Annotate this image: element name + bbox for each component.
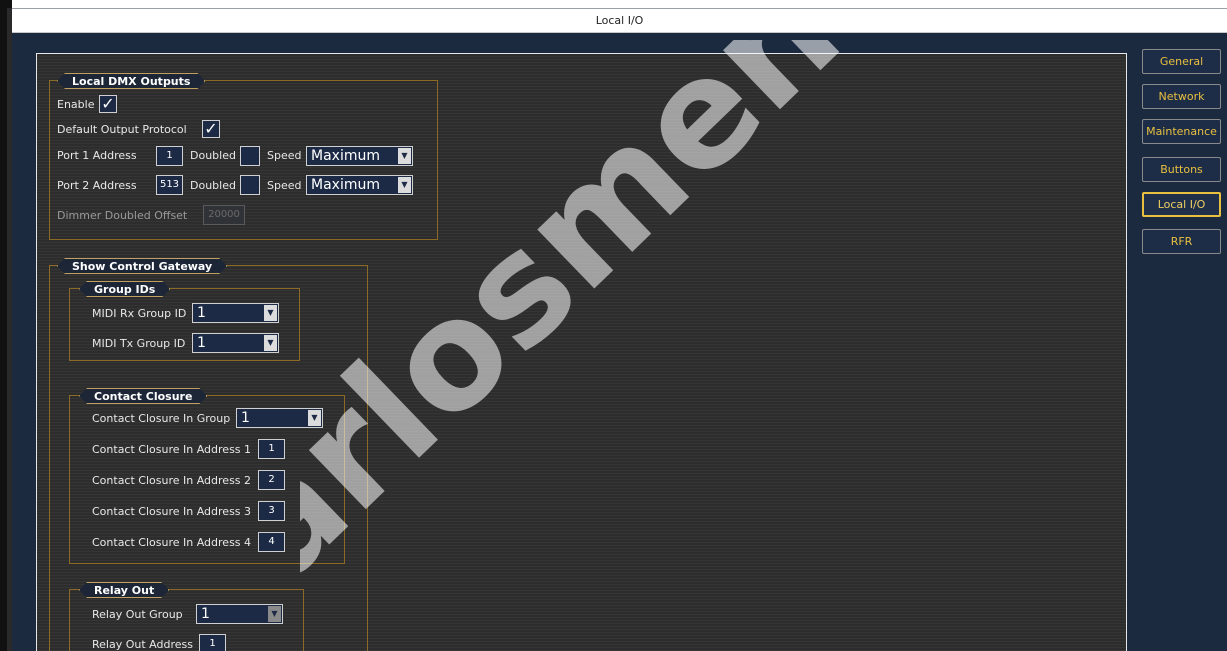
contact-closure-address-4-input[interactable]: 4 bbox=[258, 532, 285, 552]
sidebar-item-local-io[interactable]: Local I/O bbox=[1142, 192, 1221, 217]
enable-label: Enable bbox=[57, 98, 95, 111]
contact-closure-address-2-input[interactable]: 2 bbox=[258, 470, 285, 490]
port1-address-input[interactable]: 1 bbox=[156, 146, 183, 166]
midi-tx-group-id-label: MIDI Tx Group ID bbox=[92, 337, 186, 350]
port2-address-label: Port 2 Address bbox=[57, 179, 137, 192]
sidebar-item-general[interactable]: General bbox=[1142, 49, 1221, 74]
contact-closure-address-1-input[interactable]: 1 bbox=[258, 439, 285, 459]
sidebar-item-maintenance[interactable]: Maintenance bbox=[1142, 119, 1221, 144]
default-output-protocol-label: Default Output Protocol bbox=[57, 123, 187, 136]
relay-out-address-label: Relay Out Address bbox=[92, 638, 193, 651]
contact-closure-address-4-label: Contact Closure In Address 4 bbox=[92, 536, 252, 549]
midi-tx-group-id-select[interactable]: 1 ▼ bbox=[192, 333, 279, 353]
port2-doubled-checkbox[interactable] bbox=[240, 175, 260, 195]
dimmer-doubled-offset-label: Dimmer Doubled Offset bbox=[57, 209, 188, 222]
chevron-down-icon: ▼ bbox=[268, 606, 281, 622]
contact-closure-address-1-label: Contact Closure In Address 1 bbox=[92, 443, 252, 456]
port1-speed-select[interactable]: Maximum ▼ bbox=[306, 146, 413, 166]
port2-address-input[interactable]: 513 bbox=[156, 175, 183, 195]
port2-speed-select[interactable]: Maximum ▼ bbox=[306, 175, 413, 195]
local-dmx-outputs-legend: Local DMX Outputs bbox=[57, 73, 205, 89]
port1-speed-label: Speed bbox=[267, 149, 302, 162]
relay-out-group-value: 1 bbox=[201, 606, 210, 622]
port1-speed-value: Maximum bbox=[311, 148, 380, 164]
window-title: Local I/O bbox=[12, 9, 1227, 33]
port1-doubled-label: Doubled bbox=[190, 149, 236, 162]
sidebar-item-rfr[interactable]: RFR bbox=[1142, 229, 1221, 254]
port2-speed-value: Maximum bbox=[311, 177, 380, 193]
chevron-down-icon: ▼ bbox=[398, 148, 411, 164]
chevron-down-icon: ▼ bbox=[264, 305, 277, 321]
relay-out-address-input[interactable]: 1 bbox=[199, 634, 226, 651]
port1-address-label: Port 1 Address bbox=[57, 149, 137, 162]
enable-checkbox[interactable]: ✓ bbox=[99, 95, 117, 113]
midi-rx-group-id-value: 1 bbox=[197, 305, 206, 321]
relay-out-group-label: Relay Out Group bbox=[92, 608, 183, 621]
relay-out-legend: Relay Out bbox=[79, 582, 169, 598]
settings-sidebar: General Network Maintenance Buttons Loca… bbox=[1129, 47, 1227, 651]
sidebar-item-buttons[interactable]: Buttons bbox=[1142, 157, 1221, 182]
local-io-window: Local I/O Local DMX Outputs Enable ✓ Def… bbox=[12, 8, 1227, 651]
dimmer-doubled-offset-input: 20000 bbox=[203, 205, 245, 225]
chevron-down-icon: ▼ bbox=[398, 177, 411, 193]
port2-speed-label: Speed bbox=[267, 179, 302, 192]
port2-doubled-label: Doubled bbox=[190, 179, 236, 192]
group-ids-legend: Group IDs bbox=[79, 281, 170, 297]
sidebar-item-network[interactable]: Network bbox=[1142, 84, 1221, 109]
relay-out-group-select[interactable]: 1 ▼ bbox=[196, 604, 283, 624]
show-control-gateway-legend: Show Control Gateway bbox=[57, 258, 227, 274]
contact-closure-address-3-label: Contact Closure In Address 3 bbox=[92, 505, 252, 518]
contact-closure-group-select[interactable]: 1 ▼ bbox=[236, 408, 323, 428]
midi-rx-group-id-label: MIDI Rx Group ID bbox=[92, 307, 187, 320]
midi-tx-group-id-value: 1 bbox=[197, 335, 206, 351]
default-output-protocol-checkbox[interactable]: ✓ bbox=[202, 120, 220, 138]
contact-closure-group-label: Contact Closure In Group bbox=[92, 412, 231, 425]
midi-rx-group-id-select[interactable]: 1 ▼ bbox=[192, 303, 279, 323]
contact-closure-group-value: 1 bbox=[241, 410, 250, 426]
settings-panel: Local DMX Outputs Enable ✓ Default Outpu… bbox=[36, 53, 1127, 651]
chevron-down-icon: ▼ bbox=[264, 335, 277, 351]
contact-closure-address-3-input[interactable]: 3 bbox=[258, 501, 285, 521]
contact-closure-legend: Contact Closure bbox=[79, 388, 207, 404]
port1-doubled-checkbox[interactable] bbox=[240, 146, 260, 166]
contact-closure-address-2-label: Contact Closure In Address 2 bbox=[92, 474, 252, 487]
chevron-down-icon: ▼ bbox=[308, 410, 321, 426]
